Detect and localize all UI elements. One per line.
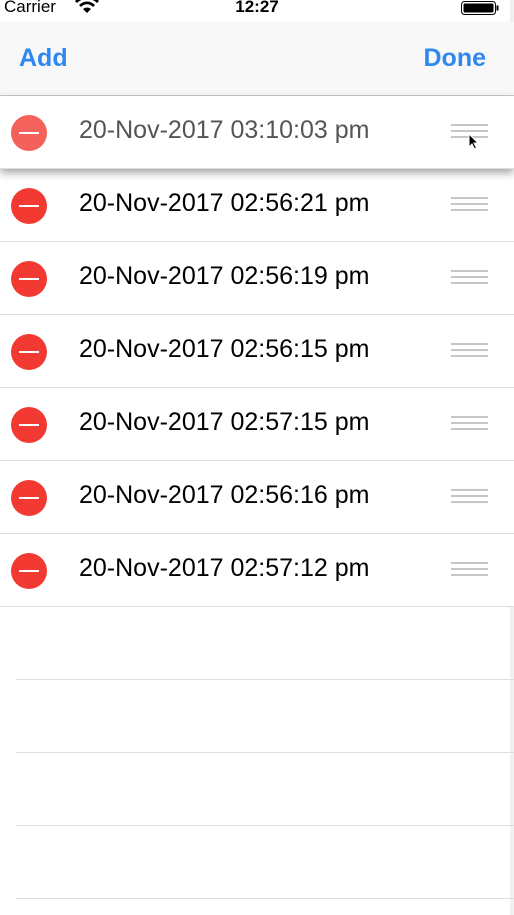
row-label: 20-Nov-2017 03:10:03 pm	[79, 116, 370, 144]
delete-minus-icon[interactable]	[11, 261, 47, 297]
delete-minus-icon[interactable]	[11, 334, 47, 370]
reorder-handle-icon[interactable]	[451, 489, 488, 506]
delete-minus-icon[interactable]	[11, 115, 47, 151]
add-button[interactable]: Add	[19, 44, 68, 73]
table-row[interactable]: 20-Nov-2017 02:56:19 pm	[0, 242, 514, 315]
done-button[interactable]: Done	[424, 44, 487, 73]
delete-minus-icon[interactable]	[11, 553, 47, 589]
empty-row-separator	[16, 679, 514, 680]
reorder-handle-icon[interactable]	[451, 562, 488, 579]
empty-row-separator	[16, 752, 514, 753]
table-row-dragging[interactable]: 20-Nov-2017 03:10:03 pm	[0, 96, 514, 169]
table-row[interactable]: 20-Nov-2017 02:57:12 pm	[0, 534, 514, 607]
delete-minus-icon[interactable]	[11, 188, 47, 224]
battery-icon	[461, 1, 499, 15]
table-view[interactable]: 20-Nov-2017 03:10:03 pm 20-Nov-2017 02:5…	[0, 96, 514, 607]
row-label: 20-Nov-2017 02:57:15 pm	[79, 408, 370, 436]
clock: 12:27	[235, 0, 279, 16]
row-label: 20-Nov-2017 02:56:15 pm	[79, 335, 370, 363]
row-label: 20-Nov-2017 02:56:16 pm	[79, 481, 370, 509]
navigation-bar: Add Done	[0, 22, 514, 96]
row-label: 20-Nov-2017 02:57:12 pm	[79, 554, 370, 582]
mouse-pointer-icon	[468, 133, 479, 150]
reorder-handle-icon[interactable]	[451, 343, 488, 360]
status-bar: Carrier 12:27	[0, 0, 514, 22]
empty-row-separator	[16, 825, 514, 826]
table-row[interactable]: 20-Nov-2017 02:56:15 pm	[0, 315, 514, 388]
row-label: 20-Nov-2017 02:56:21 pm	[79, 189, 370, 217]
row-label: 20-Nov-2017 02:56:19 pm	[79, 262, 370, 290]
delete-minus-icon[interactable]	[11, 407, 47, 443]
table-row[interactable]: 20-Nov-2017 02:56:16 pm	[0, 461, 514, 534]
empty-row-separator	[16, 898, 514, 899]
reorder-handle-icon[interactable]	[451, 270, 488, 287]
reorder-handle-icon[interactable]	[451, 416, 488, 433]
table-row[interactable]: 20-Nov-2017 02:57:15 pm	[0, 388, 514, 461]
table-row[interactable]: 20-Nov-2017 02:56:21 pm	[0, 169, 514, 242]
reorder-handle-icon[interactable]	[451, 197, 488, 214]
delete-minus-icon[interactable]	[11, 480, 47, 516]
